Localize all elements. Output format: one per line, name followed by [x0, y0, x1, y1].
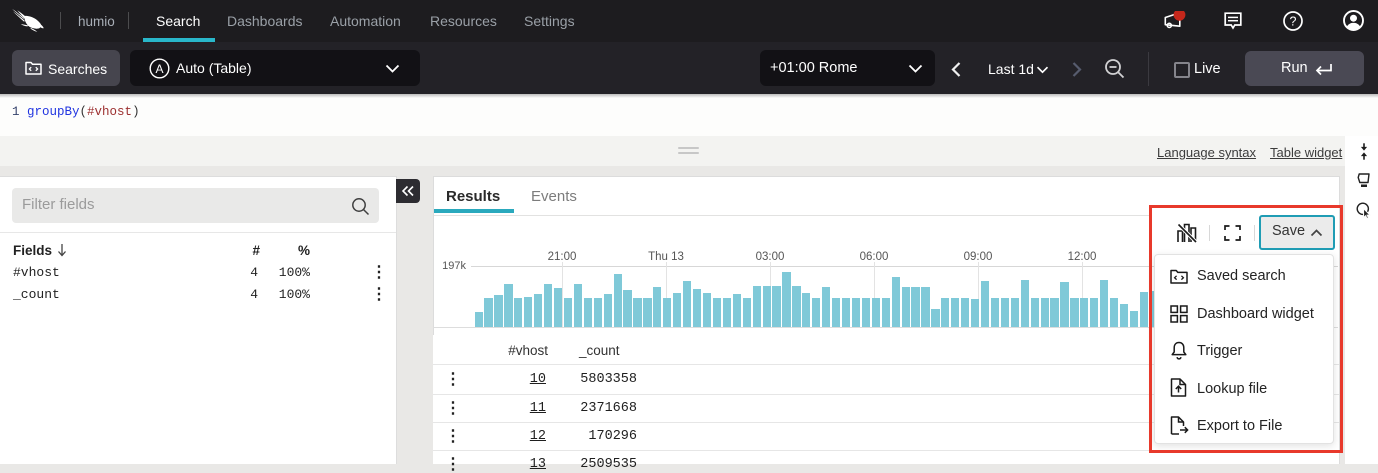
svg-text:?: ?	[1290, 15, 1297, 29]
svg-text:A: A	[155, 62, 163, 76]
